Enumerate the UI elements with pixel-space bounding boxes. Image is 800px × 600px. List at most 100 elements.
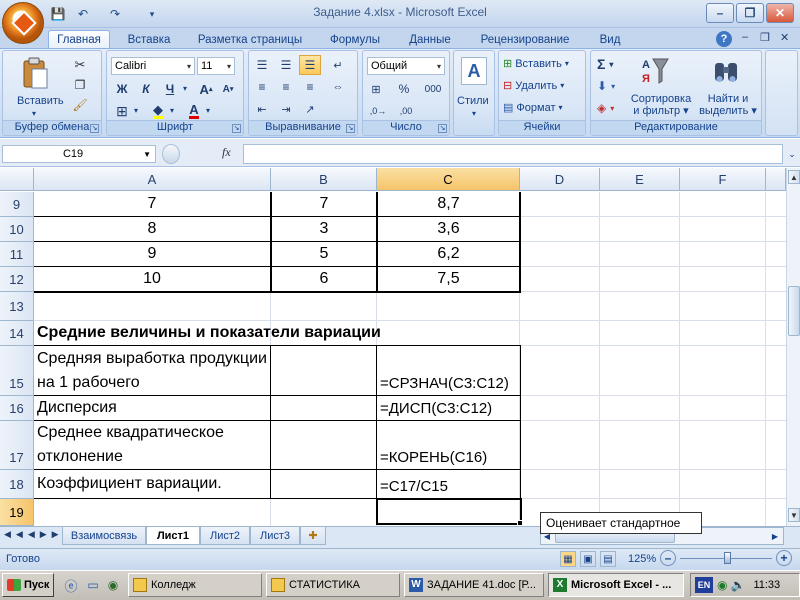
cell-c10[interactable]: 3,6 <box>378 217 519 241</box>
column-header-e[interactable]: E <box>600 168 680 191</box>
taskbar-item-kolledzh[interactable]: Колледж <box>128 573 262 597</box>
decrease-indent-icon[interactable]: ⇤ <box>251 99 273 119</box>
font-launcher-icon[interactable]: ↘ <box>232 124 241 133</box>
cell-c15[interactable]: =СРЗНАЧ(C3:C12) <box>380 371 509 395</box>
borders-icon[interactable]: ⊞ <box>111 101 133 121</box>
underline-button[interactable]: Ч <box>159 79 181 99</box>
volume-icon[interactable]: 🔈 <box>730 578 745 592</box>
column-header-b[interactable]: B <box>271 168 377 191</box>
sheet-tab-vzaimosvyaz[interactable]: Взаимосвязь <box>62 527 146 545</box>
tab-formulas[interactable]: Формулы <box>320 30 390 49</box>
insert-sheet-icon[interactable]: ✚ <box>300 527 326 545</box>
tab-insert[interactable]: Вставка <box>118 30 180 49</box>
cell-a16[interactable]: Дисперсия <box>37 396 117 420</box>
percent-button[interactable]: % <box>393 79 415 99</box>
insert-cells-button[interactable]: ⊞ Вставить ▾ <box>503 57 569 71</box>
row-header-16[interactable]: 16 <box>0 396 34 421</box>
row-header-18[interactable]: 18 <box>0 470 34 499</box>
cell-a18[interactable]: Коэффициент вариации. <box>37 470 222 498</box>
tab-view[interactable]: Вид <box>588 30 632 49</box>
row-header-10[interactable]: 10 <box>0 217 34 242</box>
shrink-font-icon[interactable]: A ▾ <box>217 79 239 99</box>
column-header-f[interactable]: F <box>680 168 766 191</box>
cell-a14[interactable]: Средние величины и показатели вариации <box>37 321 381 345</box>
number-launcher-icon[interactable]: ↘ <box>438 124 447 133</box>
cell-c9[interactable]: 8,7 <box>378 192 519 216</box>
styles-dropdown-icon[interactable]: ▾ <box>472 109 476 118</box>
cell-c12[interactable]: 7,5 <box>378 267 519 291</box>
clear-icon[interactable]: ◈ ▾ <box>597 101 614 115</box>
cell-c17[interactable]: =КОРЕНЬ(C16) <box>380 445 487 469</box>
fill-icon[interactable]: ⬇ ▾ <box>597 79 615 93</box>
taskbar-item-word-doc[interactable]: W ЗАДАНИЕ 41.doc [Р... <box>404 573 544 597</box>
align-left-icon[interactable]: ≡ <box>251 77 273 97</box>
tray-app-icon[interactable]: ◉ <box>717 578 727 592</box>
row-header-11[interactable]: 11 <box>0 242 34 267</box>
cell-c18[interactable]: =C17/C15 <box>380 474 448 498</box>
minimize-button[interactable]: – <box>706 3 734 23</box>
formula-input[interactable] <box>243 144 783 164</box>
align-center-icon[interactable]: ≡ <box>275 77 297 97</box>
font-name-select[interactable]: Calibri ▾ <box>111 57 195 75</box>
scroll-down-icon[interactable]: ▼ <box>788 508 800 522</box>
grow-font-icon[interactable]: A ▴ <box>195 79 217 99</box>
row-header-12[interactable]: 12 <box>0 267 34 292</box>
column-header-a[interactable]: A <box>34 168 271 191</box>
cell-c16[interactable]: =ДИСП(C3:C12) <box>380 396 492 420</box>
restore-button[interactable]: ❐ <box>736 3 764 23</box>
cell-b11[interactable]: 5 <box>272 242 376 266</box>
clipboard-launcher-icon[interactable]: ↘ <box>90 124 99 133</box>
merge-center-icon[interactable]: ⇔ <box>327 77 349 97</box>
thousands-button[interactable]: 000 <box>419 79 447 99</box>
currency-icon[interactable]: ⊞ <box>365 79 387 99</box>
page-layout-view-icon[interactable]: ▣ <box>580 551 596 567</box>
page-break-view-icon[interactable]: ▤ <box>600 551 616 567</box>
tab-home[interactable]: Главная <box>48 30 110 49</box>
column-header-c[interactable]: C <box>377 168 520 191</box>
active-cell-c19[interactable] <box>376 498 522 525</box>
bold-button[interactable]: Ж <box>111 79 133 99</box>
orientation-icon[interactable]: ↗ <box>299 99 321 119</box>
help-icon[interactable]: ? <box>716 31 732 47</box>
spreadsheet-grid[interactable]: A B C D E F 9 10 11 12 13 14 15 16 17 18… <box>0 168 786 526</box>
zoom-out-icon[interactable]: – <box>660 550 676 566</box>
row-header-17[interactable]: 17 <box>0 421 34 470</box>
cell-a11[interactable]: 9 <box>34 242 270 266</box>
paste-icon[interactable] <box>21 57 49 91</box>
align-bottom-icon[interactable]: ☰ <box>299 55 321 75</box>
paste-button[interactable]: Вставить <box>17 95 64 107</box>
cut-icon[interactable]: ✂ <box>71 57 89 73</box>
delete-cells-button[interactable]: ⊟ Удалить ▾ <box>503 79 564 93</box>
cell-a17[interactable]: Среднее квадратическое отклонение <box>37 421 269 469</box>
styles-button[interactable]: Стили <box>457 95 489 107</box>
language-indicator[interactable]: EN <box>695 577 713 593</box>
cell-a10[interactable]: 8 <box>34 217 270 241</box>
close-button[interactable]: ✕ <box>766 3 794 23</box>
cell-b9[interactable]: 7 <box>272 192 376 216</box>
font-size-select[interactable]: 11 ▾ <box>197 57 235 75</box>
show-desktop-icon[interactable]: ▭ <box>84 576 102 594</box>
number-format-select[interactable]: Общий ▾ <box>367 57 445 75</box>
find-binoculars-icon[interactable] <box>711 57 741 87</box>
align-middle-icon[interactable]: ☰ <box>275 55 297 75</box>
autosum-button[interactable]: Σ ▾ <box>597 56 613 72</box>
copy-icon[interactable]: ❐ <box>71 77 89 93</box>
taskbar-item-excel[interactable]: X Microsoft Excel - ... <box>548 573 684 597</box>
find-select-button[interactable]: Найти и выделить ▾ <box>697 93 759 117</box>
decrease-decimal-icon[interactable]: ,00 <box>393 101 419 121</box>
row-header-19[interactable]: 19 <box>0 499 34 526</box>
zoom-level[interactable]: 125% <box>628 551 656 567</box>
tab-page-layout[interactable]: Разметка страницы <box>190 30 310 49</box>
format-cells-button[interactable]: ▤ Формат ▾ <box>503 101 563 115</box>
name-box[interactable]: C19 ▼ <box>2 145 156 163</box>
italic-button[interactable]: К <box>135 79 157 99</box>
zoom-in-icon[interactable]: + <box>776 550 792 566</box>
scroll-right-icon[interactable]: ▶ <box>769 529 781 543</box>
ribbon-close-icon[interactable]: ✕ <box>780 31 789 44</box>
taskbar-item-statistika[interactable]: СТАТИСТИКА <box>266 573 400 597</box>
borders-dropdown-icon[interactable]: ▾ <box>134 106 138 115</box>
ribbon-minimize-icon[interactable]: – <box>742 31 748 43</box>
sort-filter-button[interactable]: Сортировка и фильтр ▾ <box>629 93 693 117</box>
sort-filter-icon[interactable]: АЯ <box>641 55 669 87</box>
alignment-launcher-icon[interactable]: ↘ <box>346 124 355 133</box>
